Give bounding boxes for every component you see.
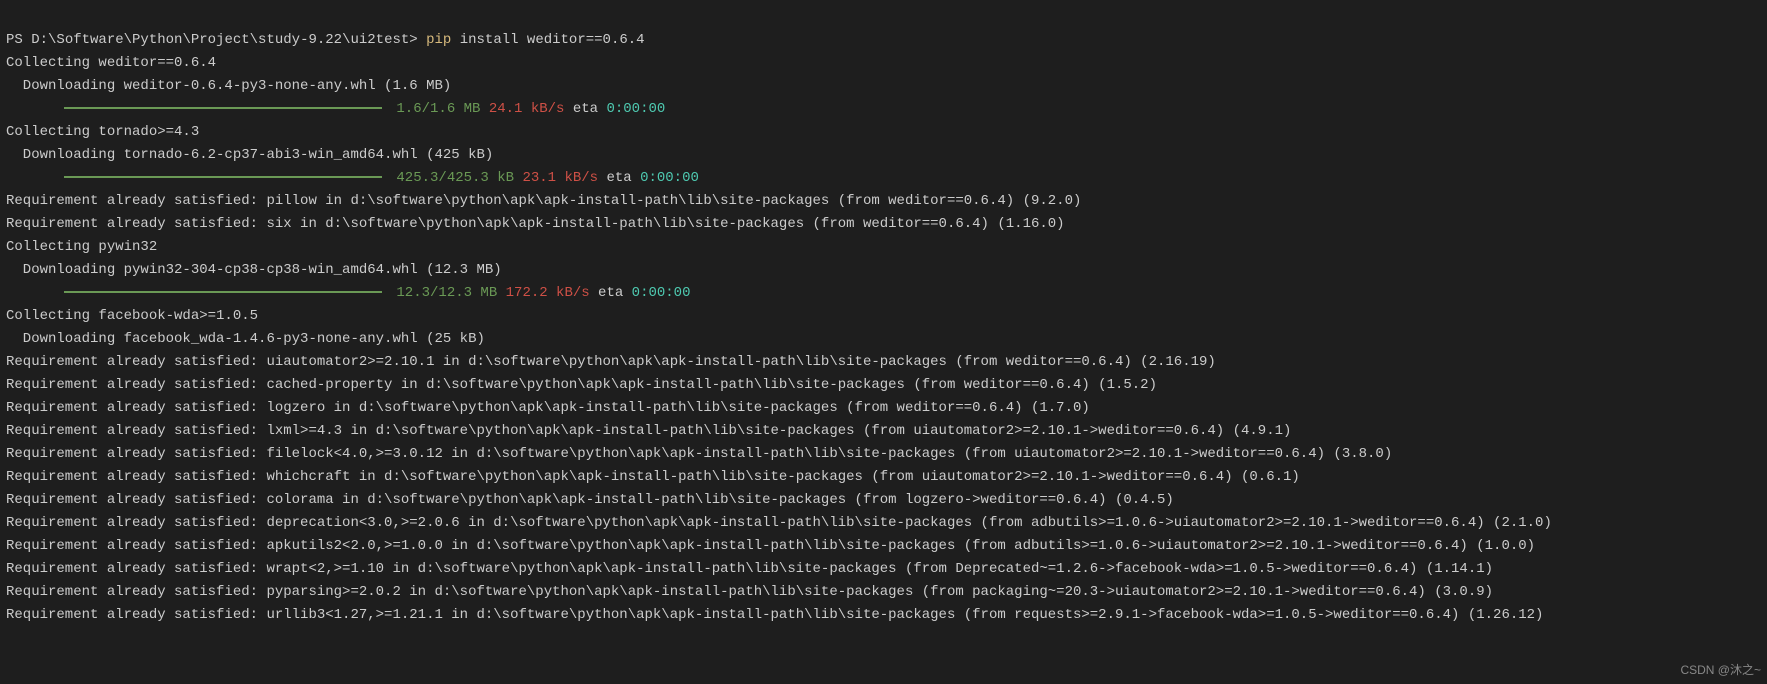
progress-size: 12.3/12.3 MB [396, 285, 497, 301]
progress-size: 425.3/425.3 kB [396, 170, 514, 186]
out-line: Downloading pywin32-304-cp38-cp38-win_am… [6, 262, 502, 278]
command-args: install weditor==0.6.4 [451, 32, 644, 48]
out-line: Requirement already satisfied: cached-pr… [6, 377, 1157, 393]
progress-size: 1.6/1.6 MB [396, 101, 480, 117]
out-line: Requirement already satisfied: urllib3<1… [6, 607, 1543, 623]
progress-eta: 0:00:00 [640, 170, 699, 186]
progress-bar [64, 176, 382, 178]
watermark: CSDN @沐之~ [1680, 659, 1761, 682]
terminal-output[interactable]: PS D:\Software\Python\Project\study-9.22… [0, 0, 1767, 633]
out-line: Collecting facebook-wda>=1.0.5 [6, 308, 258, 324]
progress-speed: 23.1 kB/s [522, 170, 598, 186]
progress-eta-label: eta [590, 285, 632, 301]
out-line: Requirement already satisfied: colorama … [6, 492, 1174, 508]
progress-eta-label: eta [598, 170, 640, 186]
progress-speed: 172.2 kB/s [506, 285, 590, 301]
command-pip: pip [426, 32, 451, 48]
progress-bar [64, 291, 382, 293]
out-line: Requirement already satisfied: logzero i… [6, 400, 1090, 416]
out-line: Requirement already satisfied: pyparsing… [6, 584, 1493, 600]
progress-eta: 0:00:00 [632, 285, 691, 301]
out-line: Collecting pywin32 [6, 239, 157, 255]
out-line: Requirement already satisfied: uiautomat… [6, 354, 1216, 370]
prompt-suffix: > [409, 32, 426, 48]
out-line: Requirement already satisfied: whichcraf… [6, 469, 1300, 485]
out-line: Downloading weditor-0.6.4-py3-none-any.w… [6, 78, 451, 94]
progress-bar [64, 107, 382, 109]
out-line: Requirement already satisfied: filelock<… [6, 446, 1392, 462]
progress-speed: 24.1 kB/s [489, 101, 565, 117]
prompt-prefix: PS [6, 32, 31, 48]
out-line: Requirement already satisfied: apkutils2… [6, 538, 1535, 554]
out-line: Requirement already satisfied: wrapt<2,>… [6, 561, 1493, 577]
prompt-path: D:\Software\Python\Project\study-9.22\ui… [31, 32, 409, 48]
progress-eta: 0:00:00 [606, 101, 665, 117]
out-line: Requirement already satisfied: deprecati… [6, 515, 1552, 531]
out-line: Collecting weditor==0.6.4 [6, 55, 216, 71]
out-line: Downloading facebook_wda-1.4.6-py3-none-… [6, 331, 485, 347]
out-line: Requirement already satisfied: pillow in… [6, 193, 1081, 209]
out-line: Requirement already satisfied: six in d:… [6, 216, 1065, 232]
progress-eta-label: eta [564, 101, 606, 117]
out-line: Downloading tornado-6.2-cp37-abi3-win_am… [6, 147, 493, 163]
out-line: Requirement already satisfied: lxml>=4.3… [6, 423, 1291, 439]
out-line: Collecting tornado>=4.3 [6, 124, 199, 140]
